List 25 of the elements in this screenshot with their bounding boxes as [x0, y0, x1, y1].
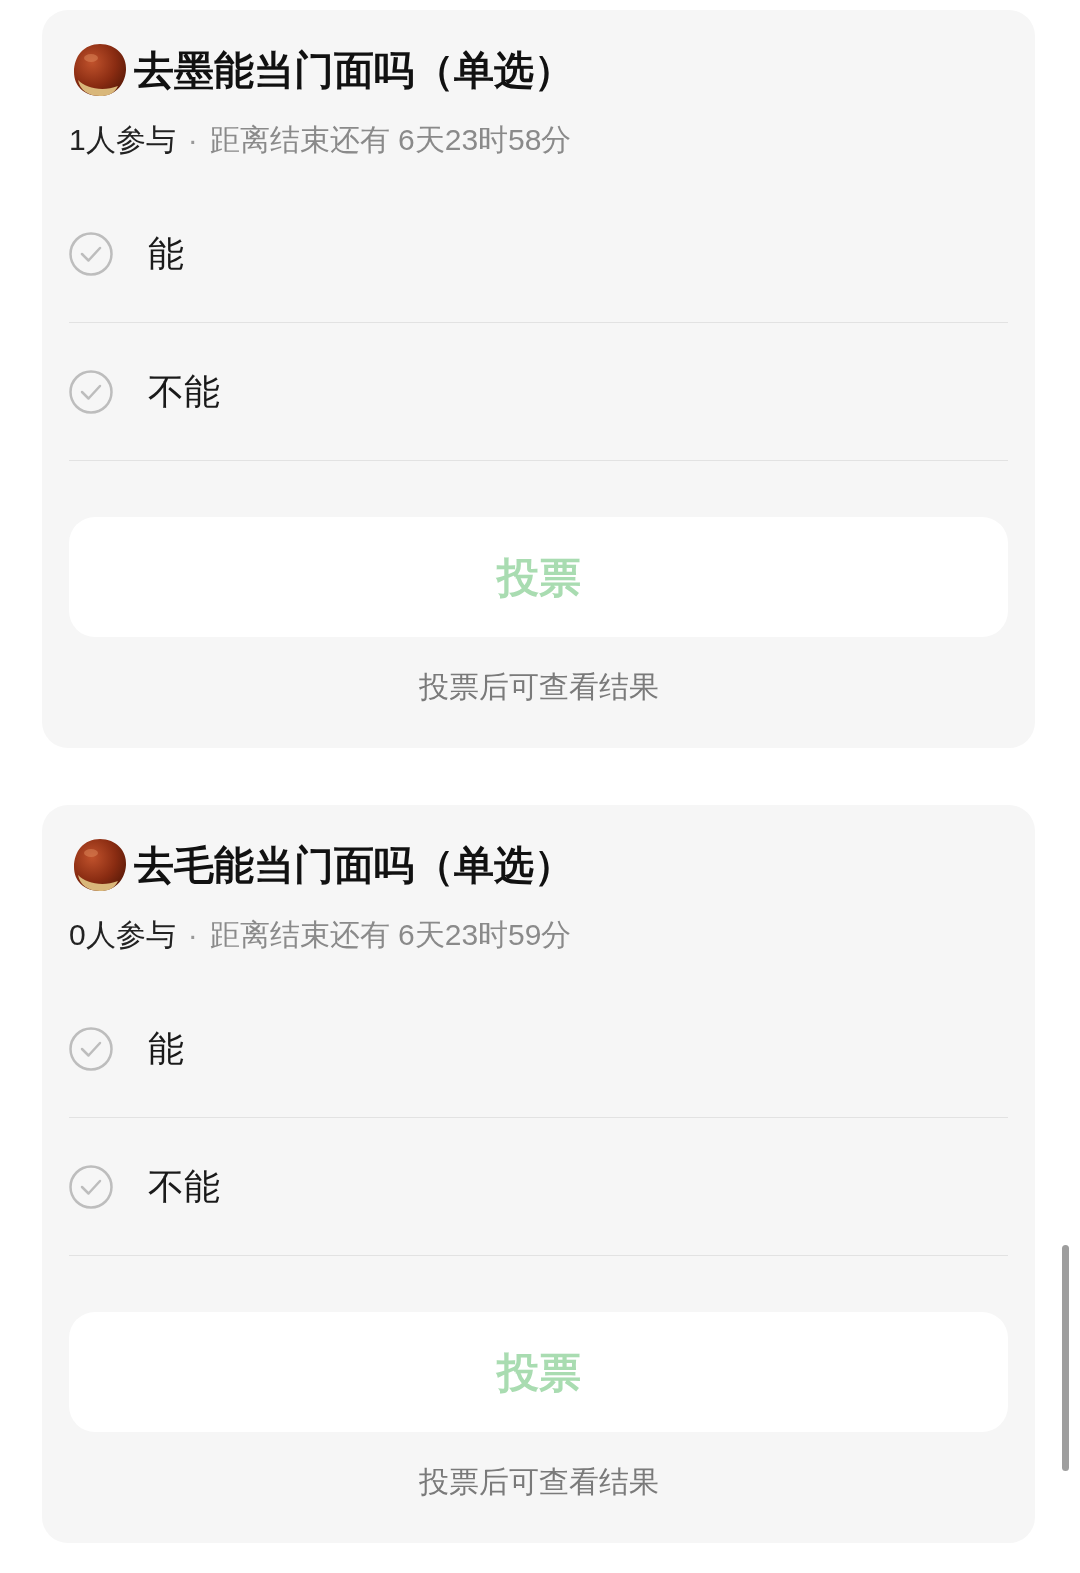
separator-dot: · — [187, 917, 198, 953]
chestnut-icon — [72, 837, 128, 893]
radio-check-icon[interactable] — [69, 369, 113, 414]
radio-check-icon[interactable] — [69, 1164, 113, 1209]
option-label: 不能 — [148, 1164, 220, 1209]
countdown-text: 距离结束还有 6天23时58分 — [209, 122, 572, 158]
poll-option[interactable]: 不能 — [69, 1118, 1008, 1256]
footer-note: 投票后可查看结果 — [418, 1464, 659, 1500]
scrollbar-thumb[interactable] — [1062, 1245, 1069, 1471]
footer-note: 投票后可查看结果 — [418, 669, 659, 705]
separator-dot: · — [187, 122, 198, 158]
chestnut-icon — [72, 42, 128, 98]
option-label: 能 — [148, 1026, 184, 1071]
poll-title: 去墨能当门面吗（单选） — [134, 47, 574, 94]
participant-count: 1人参与 — [69, 122, 176, 158]
option-label: 不能 — [148, 369, 220, 414]
participant-count: 0人参与 — [69, 917, 176, 953]
radio-check-icon[interactable] — [69, 1026, 113, 1071]
countdown-text: 距离结束还有 6天23时59分 — [209, 917, 572, 953]
poll-option[interactable]: 能 — [69, 980, 1008, 1118]
option-label: 能 — [148, 231, 184, 276]
poll-option[interactable]: 能 — [69, 185, 1008, 323]
poll-option[interactable]: 不能 — [69, 323, 1008, 461]
poll-title: 去毛能当门面吗（单选） — [134, 842, 574, 889]
radio-check-icon[interactable] — [69, 231, 113, 276]
